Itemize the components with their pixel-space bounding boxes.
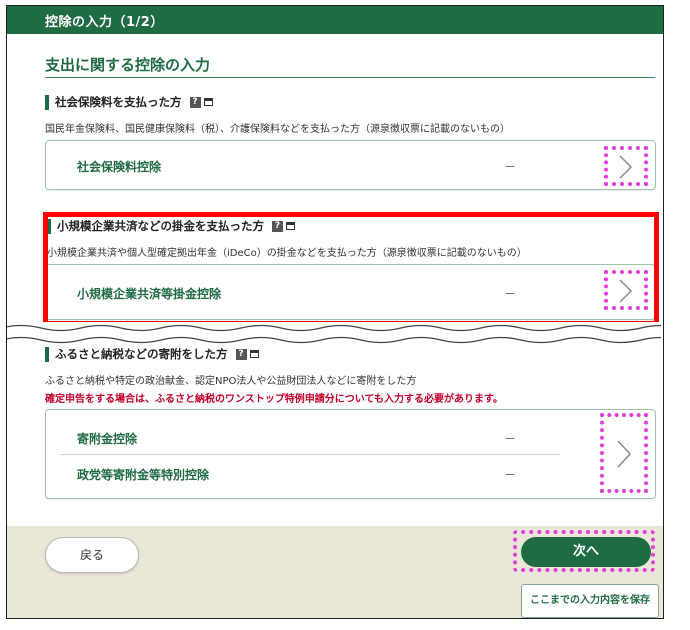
donation-item-value: － (504, 432, 517, 446)
social-insurance-heading: 社会保険料を支払った方 ? (45, 94, 213, 110)
donation-heading: ふるさと納税などの寄附をした方 ? (45, 346, 259, 362)
social-insurance-desc: 国民年金保険料、国民健康保険料（税）、介護保険料などを支払った方（源泉徴収票に記… (45, 124, 510, 135)
new-window-icon[interactable] (203, 98, 213, 106)
social-insurance-arrow-button[interactable] (604, 146, 648, 186)
heading-marker (45, 346, 49, 362)
new-window-icon[interactable] (249, 350, 259, 358)
donation-arrow-button[interactable] (600, 413, 648, 493)
social-insurance-value: － (504, 160, 517, 174)
card-divider (60, 454, 560, 455)
save-progress-button[interactable]: ここまでの入力内容を保存 (521, 584, 659, 618)
donation-note: 確定申告をする場合は、ふるさと納税のワンストップ特例申請分についても入力する必要… (45, 394, 503, 405)
social-insurance-label: 社会保険料控除 (77, 160, 162, 174)
social-insurance-card[interactable]: 社会保険料控除 － (45, 140, 656, 190)
next-button[interactable]: 次へ (521, 537, 651, 567)
help-icon[interactable]: ? (235, 348, 247, 360)
title-bar: 控除の入力（1/2） (7, 6, 663, 34)
political-donation-value: － (504, 468, 517, 482)
tear-break (7, 322, 663, 346)
social-insurance-heading-text: 社会保険料を支払った方 (55, 95, 182, 109)
chevron-right-icon (619, 155, 633, 179)
chevron-right-icon (617, 440, 632, 468)
political-donation-label: 政党等寄附金等特別控除 (77, 468, 210, 482)
donation-desc: ふるさと納税や特定の政治献金、認定NPO法人や公益財団法人などに寄附をした方 (45, 376, 417, 387)
highlight-box (43, 212, 659, 326)
donation-card[interactable]: 寄附金控除 － 政党等寄附金等特別控除 － (45, 409, 656, 499)
back-button[interactable]: 戻る (45, 537, 139, 573)
section-divider (45, 77, 655, 78)
wavy-tear-line (7, 324, 661, 344)
tax-deduction-window: 控除の入力（1/2） 支出に関する控除の入力 社会保険料を支払った方 ? 国民年… (6, 5, 664, 619)
help-icon[interactable]: ? (189, 96, 201, 108)
page-title: 控除の入力（1/2） (45, 15, 164, 30)
heading-marker (45, 94, 49, 110)
section-title: 支出に関する控除の入力 (45, 56, 211, 74)
donation-heading-text: ふるさと納税などの寄附をした方 (55, 347, 228, 361)
donation-item-label: 寄附金控除 (77, 432, 138, 446)
